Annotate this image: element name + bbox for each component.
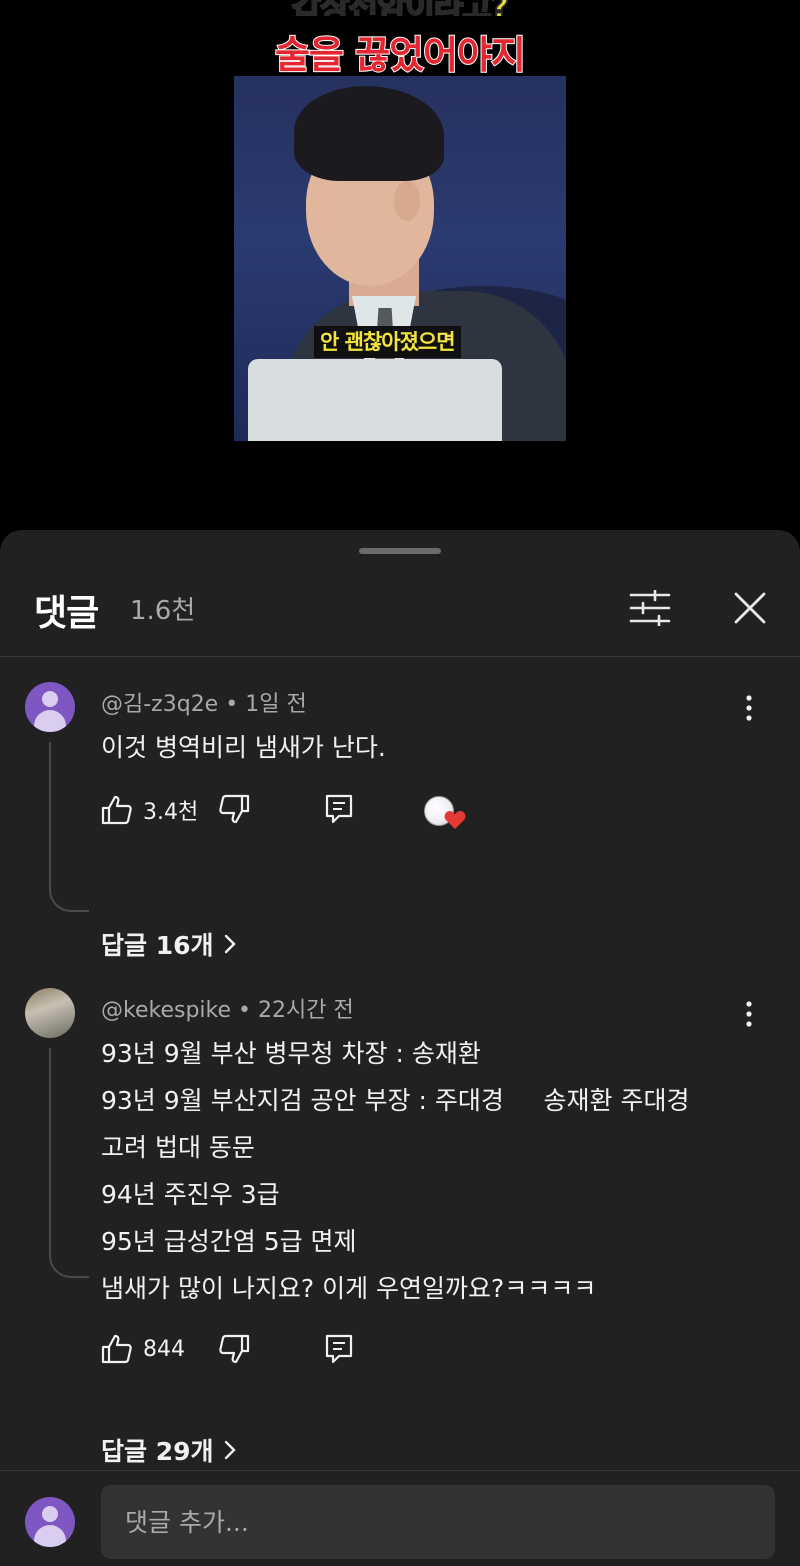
dislike-button[interactable] [218, 794, 250, 824]
replies-label: 답글 16개 [101, 931, 214, 960]
comment-time: 22시간 전 [258, 998, 354, 1023]
close-icon [734, 592, 766, 624]
chevron-right-icon [224, 1440, 236, 1460]
comment-meta: @김-z3q2e • 1일 전 [101, 686, 307, 718]
comment-item: @김-z3q2e • 1일 전 이것 병역비리 냄새가 난다. 3.4천 답글 … [0, 680, 800, 970]
comment-text-line: 고려 법대 동문 [101, 1133, 255, 1162]
reply-comment-icon [325, 794, 353, 824]
thread-line [49, 1048, 89, 1278]
comment-text-line: 냄새가 많이 나지요? 이게 우연일까요?ㅋㅋㅋㅋ [101, 1274, 597, 1303]
close-button[interactable] [722, 580, 778, 636]
view-replies-button[interactable]: 답글 29개 [101, 1432, 236, 1468]
add-comment-input[interactable] [101, 1485, 775, 1559]
more-options-button[interactable] [734, 994, 764, 1034]
reply-comment-icon [325, 1334, 353, 1364]
comment-author[interactable]: @김-z3q2e [101, 692, 218, 717]
avatar-body [34, 1525, 66, 1547]
meta-dot: • [238, 998, 258, 1023]
comments-count: 1.6천 [130, 596, 196, 626]
avatar-head [42, 691, 58, 707]
video-player[interactable]: 갑상선암이라고? 술을 끊었어야지 안 괜찮아졌으면 [0, 0, 800, 530]
like-button[interactable]: 3.4천 [101, 794, 198, 826]
video-subtitle: 안 괜찮아졌으면 [314, 326, 461, 358]
meta-dot: • [225, 692, 246, 717]
comments-header: 댓글 1.6천 [0, 570, 800, 656]
drag-handle[interactable] [359, 548, 441, 554]
comments-panel: 댓글 1.6천 @김-z3q2e • 1일 전 이것 병역비리 냄새가 난다. … [0, 530, 800, 1566]
header-divider [0, 656, 800, 657]
sort-filter-button[interactable] [622, 580, 678, 636]
user-avatar[interactable] [25, 1497, 75, 1547]
avatar[interactable] [25, 988, 75, 1038]
comment-text-line: 93년 9월 부산지검 공안 부장 : 주대경 송재환 주대경 [101, 1086, 690, 1115]
view-replies-button[interactable]: 답글 16개 [101, 926, 236, 962]
avatar[interactable] [25, 682, 75, 732]
comment-author[interactable]: @kekespike [101, 998, 231, 1023]
comment-meta: @kekespike • 22시간 전 [101, 992, 354, 1024]
comment-text: 이것 병역비리 냄새가 난다. [101, 733, 386, 762]
thumb-down-icon [219, 794, 250, 824]
laptop [248, 359, 502, 441]
thumb-down-icon [219, 1334, 250, 1364]
comments-title: 댓글 [34, 593, 99, 634]
more-vert-icon [746, 1001, 752, 1027]
video-caption-top: 갑상선암이라고? [0, 0, 800, 16]
comment-time: 1일 전 [245, 692, 307, 717]
avatar-head [42, 1506, 58, 1522]
video-caption-red: 술을 끊었어야지 [274, 32, 527, 78]
thread-line [49, 742, 89, 912]
more-vert-icon [746, 695, 752, 721]
video-frame: 안 괜찮아졌으면 [234, 76, 566, 441]
thumb-up-icon [101, 1334, 132, 1364]
like-button[interactable]: 844 [101, 1334, 185, 1364]
sliders-icon [629, 590, 671, 626]
like-count: 844 [143, 1336, 185, 1362]
comment-item: @kekespike • 22시간 전 93년 9월 부산 병무청 차장 : 송… [0, 988, 800, 1468]
heart-icon [444, 811, 466, 829]
comment-text-line: 94년 주진우 3급 [101, 1180, 280, 1209]
replies-label: 답글 29개 [101, 1437, 214, 1466]
ear [394, 181, 420, 221]
avatar-body [34, 710, 66, 732]
thumb-up-icon [101, 795, 132, 825]
more-options-button[interactable] [734, 688, 764, 728]
reply-button[interactable] [325, 794, 353, 824]
comment-text-line: 93년 9월 부산 병무청 차장 : 송재환 [101, 1039, 481, 1068]
reply-button[interactable] [325, 1334, 353, 1364]
chevron-right-icon [224, 934, 236, 954]
hair [294, 86, 444, 181]
comment-text-line: 95년 급성간염 5급 면제 [101, 1227, 357, 1256]
dislike-button[interactable] [218, 1334, 250, 1364]
comment-composer [0, 1470, 800, 1566]
creator-heart-badge [424, 796, 468, 836]
like-count: 3.4천 [143, 800, 199, 825]
